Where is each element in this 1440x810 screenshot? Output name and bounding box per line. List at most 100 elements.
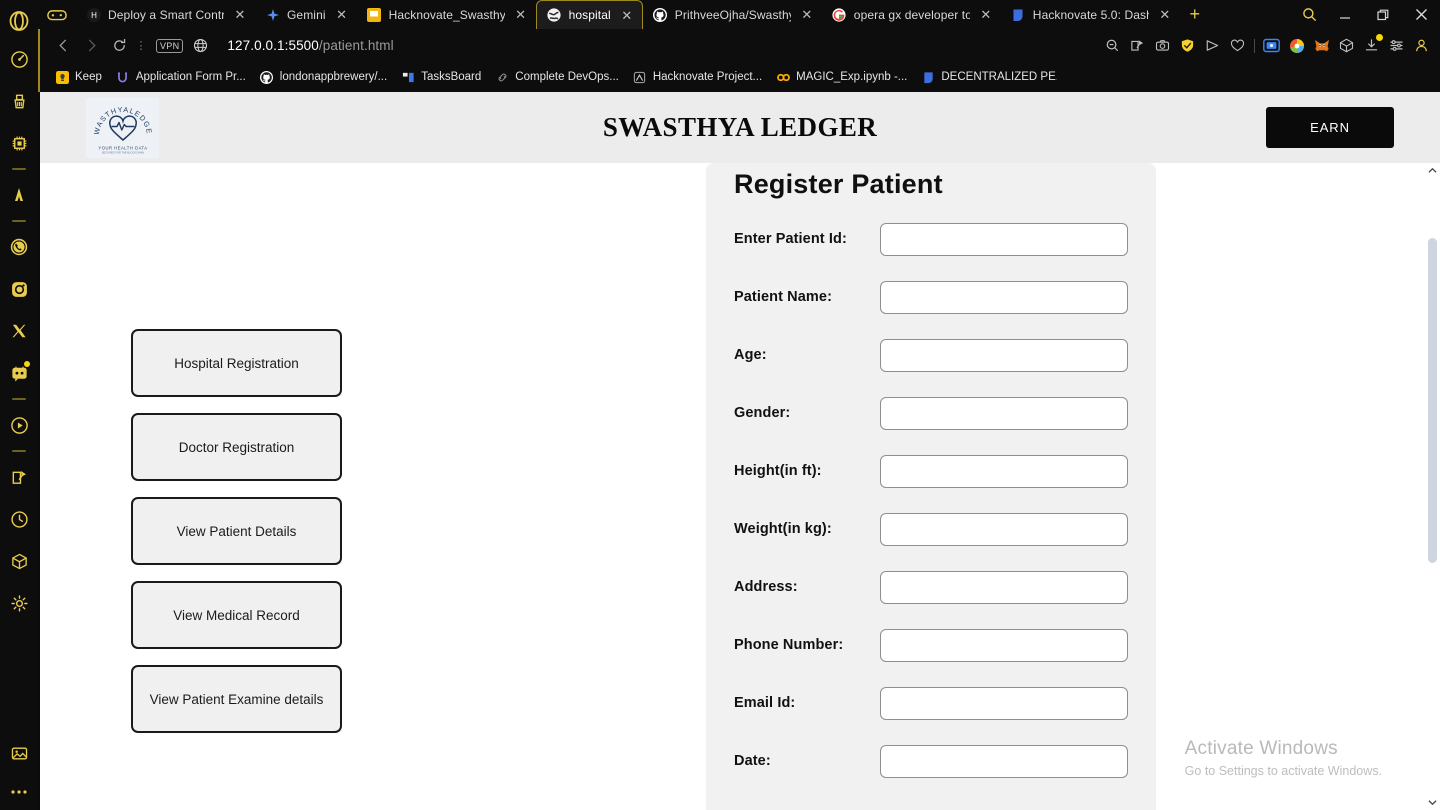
bookmark-tasksboard[interactable]: TasksBoard [394, 67, 488, 87]
tab-close-icon[interactable]: ✕ [333, 6, 351, 24]
downloads-icon[interactable] [1359, 32, 1384, 59]
minimize-icon[interactable] [1326, 0, 1364, 29]
page-scrollbar[interactable] [1425, 163, 1440, 810]
forward-arrow-icon[interactable] [78, 33, 104, 59]
tab-opera-gx-developer-tools[interactable]: opera gx developer tools ✕ [822, 0, 1001, 29]
bookmark-hacknovate-project[interactable]: Hacknovate Project... [626, 67, 769, 87]
doctor-registration-button[interactable]: Doctor Registration [131, 413, 342, 481]
height-input[interactable] [880, 454, 1128, 488]
field-label: Date: [734, 753, 771, 769]
scrollbar-thumb[interactable] [1428, 238, 1437, 563]
tab-gemini[interactable]: Gemini ✕ [255, 0, 357, 29]
patient-name-input[interactable] [880, 280, 1128, 314]
discord-icon[interactable] [0, 352, 38, 394]
back-arrow-icon[interactable] [50, 33, 76, 59]
tab-close-icon[interactable]: ✕ [798, 6, 816, 24]
three-dots-icon[interactable]: ⋮ [134, 33, 148, 59]
phone-number-input[interactable] [880, 628, 1128, 662]
vpn-badge[interactable]: VPN [156, 38, 184, 53]
tab-hospital-active[interactable]: hospital ✕ [535, 0, 643, 29]
bookmarks-bar: Keep Application Form Pr... londonappbre… [40, 62, 1440, 92]
scroll-up-arrow-icon[interactable] [1425, 163, 1440, 178]
close-icon[interactable] [1402, 0, 1440, 29]
reload-icon[interactable] [106, 33, 132, 59]
whatsapp-icon[interactable] [0, 226, 38, 268]
tab-prithveeojha-swasthyaledger[interactable]: PrithveeOjha/Swasthyaledger ✕ [643, 0, 822, 29]
tab-close-icon[interactable]: ✕ [977, 6, 995, 24]
adblock-shield-icon[interactable] [1175, 32, 1200, 59]
toolbar-divider [1254, 38, 1255, 53]
player-icon[interactable] [0, 404, 38, 446]
wallpaper-image-icon[interactable] [0, 732, 38, 774]
extensions-cube-icon[interactable] [0, 540, 38, 582]
svg-text:YOUR HEALTH DATA: YOUR HEALTH DATA [98, 146, 147, 151]
screenshot-active-icon[interactable] [1259, 32, 1284, 59]
gx-control-cpu-icon[interactable] [0, 122, 38, 164]
gx-corner-gamepad-icon[interactable] [38, 0, 76, 29]
tab-hacknovate-swasthyaledger[interactable]: Hacknovate_Swasthyaledger ✕ [357, 0, 536, 29]
opera-logo-icon[interactable] [0, 4, 38, 38]
tab-search-icon[interactable] [1292, 0, 1326, 29]
pinboard-icon[interactable] [0, 456, 38, 498]
opera-a-icon[interactable] [0, 174, 38, 216]
gemini-sparkle-icon [265, 7, 280, 22]
tab-close-icon[interactable]: ✕ [1156, 6, 1174, 24]
new-tab-button[interactable]: + [1180, 0, 1210, 29]
bookmark-label: MAGIC_Exp.ipynb -... [796, 71, 908, 83]
tab-close-icon[interactable]: ✕ [512, 6, 530, 24]
discord-notification-badge [24, 361, 30, 367]
instagram-icon[interactable] [0, 268, 38, 310]
view-patient-details-button[interactable]: View Patient Details [131, 497, 342, 565]
profile-avatar-icon[interactable] [1409, 32, 1434, 59]
view-patient-examine-details-button[interactable]: View Patient Examine details [131, 665, 342, 733]
tab-close-icon[interactable]: ✕ [231, 6, 249, 24]
bookmark-complete-devops[interactable]: Complete DevOps... [488, 67, 626, 87]
bookmark-application-form[interactable]: Application Form Pr... [109, 67, 253, 87]
zoom-out-icon[interactable] [1100, 32, 1125, 59]
settings-gear-icon[interactable] [0, 582, 38, 624]
x-twitter-icon[interactable] [0, 310, 38, 352]
navigation-bar: ⋮ VPN 127.0.0.1:5500/patient.html [40, 29, 1440, 62]
tab-close-icon[interactable]: ✕ [618, 6, 636, 24]
age-input[interactable] [880, 338, 1128, 372]
keep-icon [55, 70, 69, 84]
history-clock-icon[interactable] [0, 498, 38, 540]
hospital-registration-button[interactable]: Hospital Registration [131, 329, 342, 397]
view-medical-record-button[interactable]: View Medical Record [131, 581, 342, 649]
patient-id-input[interactable] [880, 222, 1128, 256]
tab-label: Deploy a Smart Contract [108, 7, 224, 22]
opera-extension-icon[interactable] [1284, 32, 1309, 59]
send-flow-icon[interactable] [1200, 32, 1225, 59]
restore-icon[interactable] [1364, 0, 1402, 29]
action-buttons-list: Hospital Registration Doctor Registratio… [131, 329, 342, 733]
address-bar[interactable]: 127.0.0.1:5500/patient.html [215, 33, 1098, 59]
tab-deploy-smart-contract[interactable]: H Deploy a Smart Contract ✕ [76, 0, 255, 29]
earn-button[interactable]: EARN [1266, 107, 1394, 148]
edit-pin-icon[interactable] [1125, 32, 1150, 59]
email-id-input[interactable] [880, 686, 1128, 720]
site-globe-icon[interactable] [187, 33, 213, 59]
heart-icon[interactable] [1225, 32, 1250, 59]
gender-input[interactable] [880, 396, 1128, 430]
bookmark-keep[interactable]: Keep [48, 67, 109, 87]
scroll-down-arrow-icon[interactable] [1425, 795, 1440, 810]
easy-setup-sliders-icon[interactable] [1384, 32, 1409, 59]
metamask-fox-icon[interactable] [1309, 32, 1334, 59]
speed-dial-icon[interactable] [0, 38, 38, 80]
github-icon [653, 7, 668, 22]
bookmark-decentralized-pe[interactable]: DECENTRALIZED PE... [914, 67, 1064, 87]
bookmark-londonappbrewery[interactable]: londonappbrewery/... [253, 67, 394, 87]
register-patient-form: Register Patient Enter Patient Id: Patie… [706, 163, 1156, 810]
google-icon [832, 7, 847, 22]
cube-extension-icon[interactable] [1334, 32, 1359, 59]
field-label: Phone Number: [734, 637, 844, 653]
more-dots-icon[interactable] [0, 774, 38, 810]
tab-hacknovate-dashboard[interactable]: Hacknovate 5.0: Dashboard ✕ [1001, 0, 1180, 29]
cleaner-broom-icon[interactable] [0, 80, 38, 122]
bookmark-magic-exp-ipynb[interactable]: MAGIC_Exp.ipynb -... [769, 67, 914, 87]
weight-input[interactable] [880, 512, 1128, 546]
date-input[interactable] [880, 744, 1128, 778]
address-input[interactable] [880, 570, 1128, 604]
snapshot-camera-icon[interactable] [1150, 32, 1175, 59]
github-icon [260, 70, 274, 84]
